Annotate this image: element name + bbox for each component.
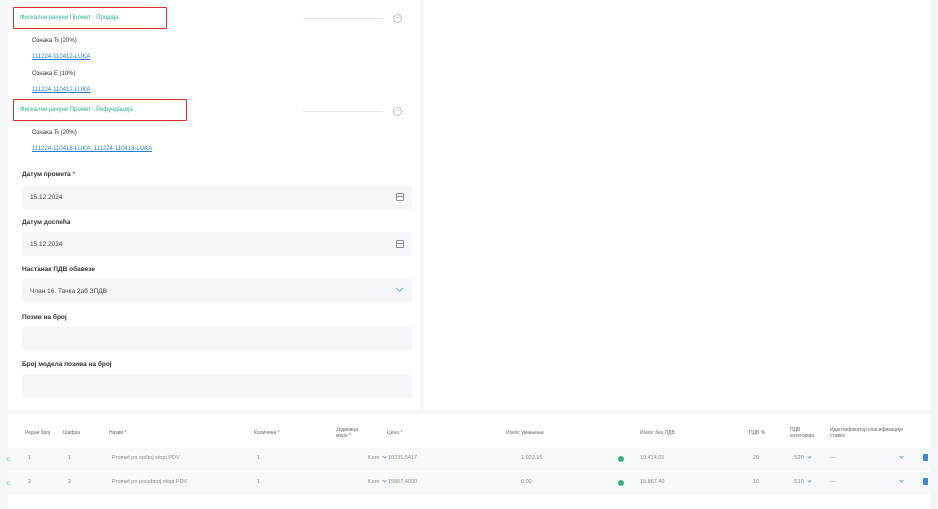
delete-icon[interactable] — [923, 454, 928, 461]
right-panel — [424, 0, 930, 410]
col-header-qty: Количина * — [254, 430, 280, 436]
turnover-date-input[interactable]: 15.12.2024 — [22, 185, 412, 209]
cell-price[interactable]: 10231,5417 — [388, 455, 417, 461]
chevron-down-icon — [807, 454, 812, 459]
invoice-ref-link[interactable]: 111224-110412-LUKA — [32, 54, 90, 60]
invoice-ref-link[interactable]: 111224-110412-LUKA — [32, 87, 90, 93]
tax-label: Ознака Ђ (20%) — [32, 38, 77, 44]
table-row[interactable]: ⊂ 1 1 Promet po opštoj stopi PDV 1 Kom 1… — [6, 448, 930, 470]
collapse-icon[interactable]: – — [393, 14, 402, 23]
divider — [303, 18, 383, 19]
section-title-refund: Фискални рачуни Промет - Рефундација — [20, 107, 133, 113]
delete-icon[interactable] — [923, 478, 928, 485]
drag-handle-icon[interactable]: ⊂ — [6, 456, 11, 463]
cell-price[interactable]: 15867,4000 — [388, 479, 417, 485]
cell-unit[interactable]: Kom — [368, 454, 387, 461]
cell-identifier[interactable]: — — [830, 479, 836, 485]
chevron-down-icon — [395, 284, 404, 293]
cell-code[interactable]: 2 — [68, 479, 71, 485]
chevron-down-icon — [807, 478, 812, 483]
col-header-code: Шифра — [63, 430, 81, 436]
cell-identifier[interactable]: — — [830, 455, 836, 461]
col-header-net: Износ без ПДВ — [640, 430, 675, 436]
col-header-no: Редни број — [25, 430, 51, 436]
cell-net: 19.424,01 — [640, 455, 665, 461]
col-header-unit: Јединица мере * — [336, 427, 359, 439]
chevron-down-icon — [382, 478, 387, 483]
cell-qty[interactable]: 1 — [257, 455, 260, 461]
vat-obligation-label: Настанак ПДВ обавезе — [22, 266, 96, 273]
divider — [303, 111, 383, 112]
cell-name[interactable]: Promet po opštoj stopi PDV — [112, 455, 180, 461]
cell-discount[interactable]: 0,00 — [521, 479, 532, 485]
cell-vat: 20 — [753, 455, 760, 461]
cell-qty[interactable]: 1 — [257, 479, 260, 485]
section-header-sales[interactable]: Фискални рачуни Промет - Продаја — [13, 7, 167, 29]
turnover-date-label: Датум промета * — [22, 171, 75, 178]
info-icon[interactable] — [618, 456, 624, 462]
due-date-label: Датум доспећа — [22, 219, 71, 226]
info-icon[interactable] — [618, 480, 624, 486]
due-date-input[interactable]: 15.12.2024 — [22, 232, 412, 256]
calendar-icon[interactable] — [396, 240, 404, 248]
chevron-down-icon — [382, 454, 387, 459]
items-table: Редни број Шифра Назив * Количина * Једи… — [6, 414, 930, 509]
invoice-ref-link[interactable]: 111224-110418-LUKA, 111224-110418-LUKA — [32, 146, 152, 152]
col-header-name: Назив * — [109, 430, 127, 436]
cell-unit[interactable]: Kom — [368, 478, 387, 485]
tax-label: Ознака Ђ (20%) — [32, 130, 77, 136]
calendar-icon[interactable] — [396, 193, 404, 201]
reference-number-label: Позив на број — [22, 314, 67, 321]
section-title-sales: Фискални рачуни Промет - Продаја — [20, 15, 119, 21]
section-header-refund[interactable]: Фискални рачуни Промет - Рефундација — [13, 99, 187, 121]
col-header-identifier: Идентификатор класификације ставке — [830, 427, 903, 439]
col-header-price: Цена * — [387, 430, 403, 436]
cell-category[interactable]: S10 — [794, 478, 812, 485]
collapse-icon[interactable]: – — [393, 107, 402, 116]
drag-handle-icon[interactable]: ⊂ — [6, 480, 11, 487]
reference-model-input[interactable] — [22, 374, 412, 398]
col-header-category: ПДВ категорија — [790, 427, 814, 439]
reference-model-label: Број модела позива на број — [22, 361, 112, 368]
fiscal-panel: Фискални рачуни Промет - Продаја – Ознак… — [8, 0, 420, 410]
cell-discount[interactable]: 1.023,15 — [521, 455, 542, 461]
vat-obligation-select[interactable]: Члан 16. Тачка 2аб ЗПДВ — [22, 279, 412, 303]
cell-category[interactable]: S20 — [794, 454, 812, 461]
table-row[interactable]: ⊂ 2 2 Promet po posebnoj stopi PDV 1 Kom… — [6, 472, 930, 494]
cell-vat: 10 — [753, 479, 760, 485]
chevron-down-icon — [896, 454, 904, 461]
cell-no: 2 — [28, 479, 32, 485]
col-header-discount: Износ умањења — [506, 430, 544, 436]
tax-label: Ознака Е (10%) — [32, 71, 76, 77]
chevron-down-icon — [896, 478, 904, 485]
cell-name[interactable]: Promet po posebnoj stopi PDV — [112, 479, 187, 485]
col-header-vat: ПДВ % — [749, 430, 766, 436]
cell-no: 1 — [28, 455, 32, 461]
cell-code[interactable]: 1 — [68, 455, 71, 461]
reference-number-input[interactable] — [22, 327, 412, 351]
cell-net: 15.867,40 — [640, 479, 665, 485]
